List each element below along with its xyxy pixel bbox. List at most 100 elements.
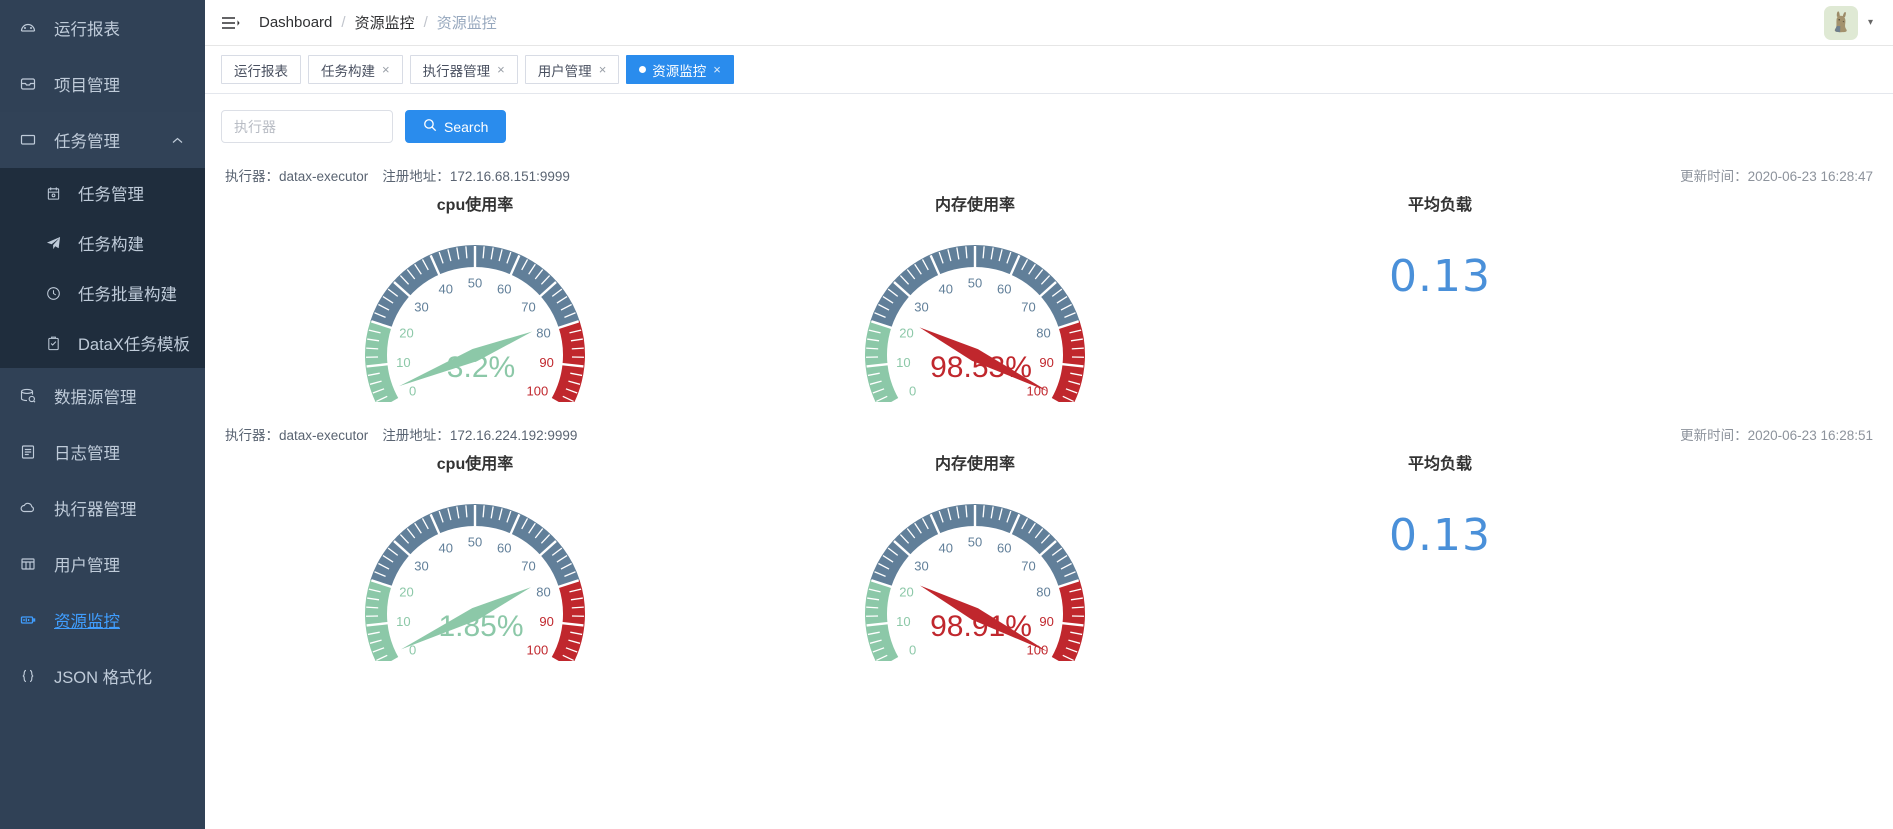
search-button[interactable]: Search [405, 110, 507, 143]
load-title: 平均负载 [1407, 456, 1472, 473]
svg-text:40: 40 [938, 282, 952, 297]
svg-text:90: 90 [1039, 355, 1053, 370]
topbar-right: ▾ [1823, 5, 1879, 40]
svg-text:20: 20 [399, 325, 413, 340]
executor-name: datax-executor [279, 428, 369, 443]
chevron-down-icon[interactable]: ▾ [1868, 17, 1873, 28]
log-icon [20, 444, 46, 460]
svg-text:80: 80 [1036, 325, 1050, 340]
cpu-gauge-title: cpu使用率 [436, 456, 514, 473]
sidebar-item-DataX任务模板[interactable]: DataX任务模板 [0, 318, 205, 368]
tab-任务构建[interactable]: 任务构建 × [308, 55, 403, 84]
sidebar-item-用户管理[interactable]: 用户管理 [0, 536, 205, 592]
svg-text:0: 0 [909, 384, 916, 399]
breadcrumb: Dashboard / 资源监控 / 资源监控 [259, 12, 497, 33]
svg-text:60: 60 [497, 541, 511, 556]
svg-text:30: 30 [914, 558, 928, 573]
update-time: 更新时间：2020-06-23 16:28:51 [1680, 428, 1873, 443]
dashboard-icon [20, 20, 46, 36]
tab-label: 任务构建 [321, 63, 375, 79]
sidebar-item-任务管理-sub[interactable]: 任务管理 [0, 168, 205, 218]
svg-text:100: 100 [527, 643, 549, 658]
tab-用户管理[interactable]: 用户管理 × [524, 55, 620, 84]
executor-address: 172.16.68.151:9999 [449, 169, 570, 184]
svg-text:90: 90 [539, 614, 553, 629]
svg-text:100: 100 [527, 384, 549, 399]
address-label: 注册地址： [382, 169, 450, 184]
mem-gauge-cell: 内存使用率 0 10 20 30 40 50 60 70 80 90 100 98.53% [725, 185, 1225, 402]
svg-text:80: 80 [1036, 584, 1050, 599]
clipboard-icon [46, 336, 70, 351]
hamburger-icon[interactable] [219, 12, 241, 34]
svg-text:70: 70 [521, 299, 535, 314]
svg-text:40: 40 [438, 541, 452, 556]
svg-text:98.91%: 98.91% [930, 610, 1032, 643]
sidebar-item-任务管理[interactable]: 任务管理 [0, 112, 205, 168]
svg-text:20: 20 [899, 584, 913, 599]
sidebar-item-label: 运行报表 [54, 21, 120, 39]
svg-text:3.2%: 3.2% [447, 351, 515, 384]
close-icon[interactable]: × [382, 63, 390, 76]
load-title: 平均负载 [1407, 197, 1472, 214]
main-area: Dashboard / 资源监控 / 资源监控 ▾ 运行报表 任务构建 × 执行… [205, 0, 1893, 829]
search-icon [423, 118, 437, 135]
tab-资源监控[interactable]: 资源监控 × [626, 55, 734, 84]
mem-gauge-cell: 内存使用率 0 10 20 30 40 50 60 70 80 90 100 98.91% [725, 444, 1225, 661]
sidebar-item-资源监控[interactable]: 资源监控 [0, 592, 205, 648]
executor-label: 执行器： [225, 169, 279, 184]
svg-text:20: 20 [899, 325, 913, 340]
sidebar-item-日志管理[interactable]: 日志管理 [0, 424, 205, 480]
sidebar-item-任务批量构建[interactable]: 任务批量构建 [0, 268, 205, 318]
sidebar-item-执行器管理[interactable]: 执行器管理 [0, 480, 205, 536]
executor-block: 执行器： datax-executor 注册地址： 172.16.68.151:… [221, 143, 1877, 402]
sidebar-item-任务构建[interactable]: 任务构建 [0, 218, 205, 268]
sidebar-item-数据源管理[interactable]: 数据源管理 [0, 368, 205, 424]
calendar-icon [46, 186, 70, 201]
svg-text:98.53%: 98.53% [930, 351, 1032, 384]
svg-text:10: 10 [896, 614, 910, 629]
svg-text:70: 70 [1021, 299, 1035, 314]
search-bar: Search [205, 94, 1893, 143]
tab-运行报表[interactable]: 运行报表 [221, 55, 301, 84]
sidebar-item-label: 执行器管理 [54, 501, 137, 519]
close-icon[interactable]: × [599, 63, 607, 76]
task-icon [20, 132, 46, 148]
clock-icon [46, 286, 70, 301]
send-icon [46, 236, 70, 251]
load-cell: 平均负载 0.13 [1225, 185, 1655, 302]
tab-执行器管理[interactable]: 执行器管理 × [409, 55, 518, 84]
svg-text:60: 60 [497, 282, 511, 297]
svg-text:50: 50 [968, 535, 982, 550]
svg-text:20: 20 [399, 584, 413, 599]
load-value: 0.13 [1389, 510, 1491, 561]
cpu-gauge-cell: cpu使用率 0 10 20 30 40 50 60 70 80 90 100 3.2% [225, 185, 725, 402]
cloud-icon [20, 500, 46, 516]
chevron-up-icon [172, 133, 183, 147]
tab-bar: 运行报表 任务构建 × 执行器管理 × 用户管理 × 资源监控 × [205, 46, 1893, 94]
cpu-gauge: 0 10 20 30 40 50 60 70 80 90 100 3.2% [355, 227, 595, 402]
sidebar-subitem-label: 任务批量构建 [78, 286, 177, 304]
svg-text:1.85%: 1.85% [438, 610, 523, 643]
executor-list: 执行器： datax-executor 注册地址： 172.16.68.151:… [205, 143, 1893, 829]
rabbit-avatar[interactable] [1823, 5, 1858, 40]
sidebar-item-JSON格式化[interactable]: JSON 格式化 [0, 648, 205, 704]
svg-text:60: 60 [997, 282, 1011, 297]
svg-text:10: 10 [396, 614, 410, 629]
breadcrumb-item-current: 资源监控 [436, 15, 497, 32]
close-icon[interactable]: × [713, 63, 721, 76]
grid-icon [20, 556, 46, 572]
svg-text:10: 10 [396, 355, 410, 370]
svg-text:70: 70 [1021, 558, 1035, 573]
sidebar-item-label: 任务管理 [54, 133, 120, 151]
close-icon[interactable]: × [497, 63, 505, 76]
sidebar-item-项目管理[interactable]: 项目管理 [0, 56, 205, 112]
breadcrumb-item-resource[interactable]: 资源监控 [355, 12, 415, 33]
search-input[interactable] [221, 110, 393, 143]
sidebar-item-运行报表[interactable]: 运行报表 [0, 0, 205, 56]
app-root: 运行报表 项目管理 任务管理 任务管理 任务构建 任务批量构建 DataX任务模… [0, 0, 1893, 829]
sidebar-item-label: 日志管理 [54, 445, 120, 463]
svg-text:60: 60 [997, 541, 1011, 556]
sidebar-item-label: 用户管理 [54, 557, 120, 575]
breadcrumb-item-dashboard[interactable]: Dashboard [259, 14, 332, 31]
breadcrumb-separator: / [423, 14, 428, 31]
